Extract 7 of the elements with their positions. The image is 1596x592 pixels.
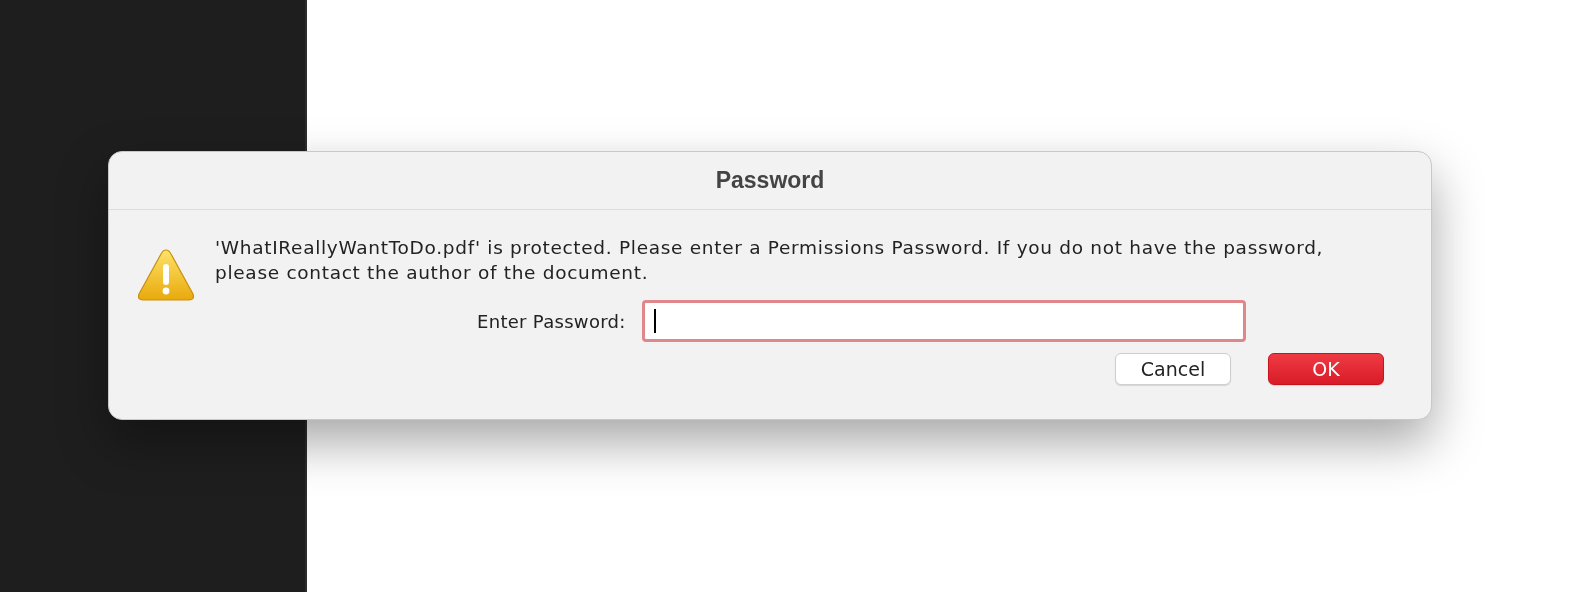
password-field[interactable] <box>641 300 1246 342</box>
dialog-title: Password <box>715 167 825 194</box>
field-label: Enter Password: <box>477 310 626 332</box>
cancel-button[interactable]: Cancel <box>1115 353 1231 385</box>
ok-button[interactable]: OK <box>1268 353 1384 385</box>
dialog-message: 'WhatIReallyWantToDo.pdf' is protected. Please enter a Permissions Password. If you do not have the password, please contact the author of the document. <box>215 236 1325 285</box>
warning-icon <box>136 247 196 303</box>
